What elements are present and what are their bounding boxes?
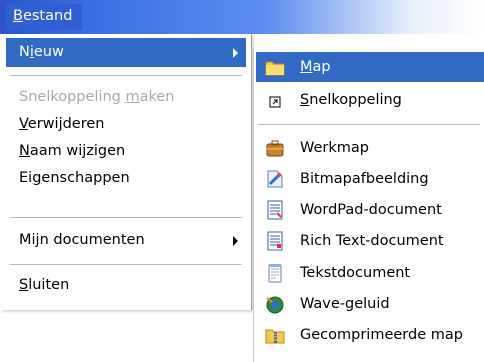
menu-separator (10, 217, 242, 218)
menu-item-close[interactable]: Sluiten (6, 271, 246, 300)
submenu-item-rtf[interactable]: Rich Text-document (256, 226, 484, 256)
menu-bestand[interactable]: Bestand (6, 4, 83, 30)
sound-icon (264, 293, 286, 315)
submenu-arrow-icon (233, 236, 238, 246)
submenu-item-folder[interactable]: Map (256, 52, 484, 82)
rich-text-icon (264, 230, 286, 252)
submenu-item-text[interactable]: Tekstdocument (256, 258, 484, 288)
submenu-item-briefcase[interactable]: Werkmap (256, 133, 484, 163)
submenu-item-zip[interactable]: Gecomprimeerde map (256, 320, 484, 350)
menu-item-new[interactable]: Nieuw (6, 38, 246, 67)
zip-folder-icon (264, 324, 286, 346)
briefcase-icon (264, 137, 286, 159)
menu-separator (10, 264, 242, 265)
file-menu: Nieuw Snelkoppeling maken Verwijderen Na… (0, 34, 252, 310)
menu-item-delete[interactable]: Verwijderen (6, 110, 246, 139)
folder-icon (264, 56, 286, 78)
wordpad-icon (264, 199, 286, 221)
menu-bestand-label: estand (22, 8, 73, 24)
new-submenu: Map Snelkoppeling Werkmap Bitmapafbeeldi… (253, 48, 484, 362)
menu-item-my-documents[interactable]: Mijn documenten (6, 226, 246, 255)
submenu-arrow-icon (233, 48, 238, 58)
menu-separator (10, 75, 242, 76)
menu-separator (258, 124, 480, 125)
menu-item-rename[interactable]: Naam wijzigen (6, 137, 246, 166)
menu-bar: Bestand (0, 0, 484, 34)
submenu-item-shortcut[interactable]: Snelkoppeling (256, 85, 484, 115)
submenu-item-bitmap[interactable]: Bitmapafbeelding (256, 164, 484, 194)
paint-icon (264, 168, 286, 190)
submenu-item-wave[interactable]: Wave-geluid (256, 289, 484, 319)
menu-item-create-shortcut[interactable]: Snelkoppeling maken (6, 83, 246, 112)
notepad-icon (264, 262, 286, 284)
submenu-item-wordpad[interactable]: WordPad-document (256, 195, 484, 225)
shortcut-icon (264, 89, 286, 111)
menu-item-properties[interactable]: Eigenschappen (6, 164, 246, 193)
